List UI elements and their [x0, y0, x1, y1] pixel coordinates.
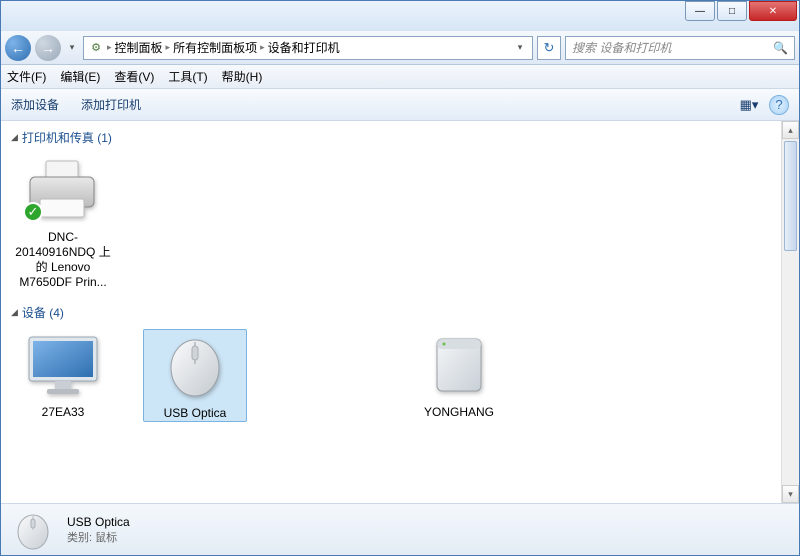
breadcrumb-all-items[interactable]: 所有控制面板项 — [173, 39, 257, 56]
device-label: DNC-20140916NDQ 上的 Lenovo M7650DF Prin..… — [11, 230, 115, 290]
group-devices-header[interactable]: ◢ 设备 (4) — [11, 304, 771, 321]
status-mouse-icon — [11, 509, 55, 551]
default-check-icon: ✓ — [23, 202, 43, 222]
collapse-icon: ◢ — [11, 132, 18, 143]
group-printers-label: 打印机和传真 (1) — [22, 129, 112, 146]
device-label: YONGHANG — [424, 405, 494, 420]
breadcrumb-sep-icon: ▸ — [107, 42, 112, 53]
main-panel: ◢ 打印机和传真 (1) ✓ DNC-20140916NDQ 上的 Leno — [1, 121, 781, 503]
mouse-icon — [153, 330, 237, 402]
device-item-mouse[interactable]: USB Optica — [143, 329, 247, 422]
scroll-down-icon[interactable]: ▾ — [782, 485, 799, 503]
status-category-label: 类别: — [67, 532, 92, 544]
monitor-icon — [21, 329, 105, 401]
control-panel-icon: ⚙ — [88, 40, 104, 56]
vertical-scrollbar[interactable]: ▴ ▾ — [781, 121, 799, 503]
breadcrumb-sep-icon: ▸ — [260, 42, 265, 53]
add-device-button[interactable]: 添加设备 — [11, 96, 59, 113]
address-bar[interactable]: ⚙ ▸ 控制面板 ▸ 所有控制面板项 ▸ 设备和打印机 ▾ — [83, 36, 533, 60]
breadcrumb-devices-printers[interactable]: 设备和打印机 — [268, 39, 340, 56]
titlebar: — □ ✕ — [1, 1, 799, 31]
refresh-button[interactable]: ↻ — [537, 36, 561, 60]
close-button[interactable]: ✕ — [749, 1, 797, 21]
scroll-up-icon[interactable]: ▴ — [782, 121, 799, 139]
device-item-drive[interactable]: YONGHANG — [407, 329, 511, 422]
status-category-value: 鼠标 — [95, 532, 117, 544]
back-button[interactable]: ← — [5, 35, 31, 61]
maximize-button[interactable]: □ — [717, 1, 747, 21]
search-input[interactable]: 搜索 设备和打印机 🔍 — [565, 36, 795, 60]
explorer-window: — □ ✕ ← → ▾ ⚙ ▸ 控制面板 ▸ 所有控制面板项 ▸ 设备和打印机 … — [0, 0, 800, 556]
breadcrumb-control-panel[interactable]: 控制面板 — [115, 39, 163, 56]
device-item-printer[interactable]: ✓ DNC-20140916NDQ 上的 Lenovo M7650DF Prin… — [11, 154, 115, 290]
menu-edit[interactable]: 编辑(E) — [60, 68, 100, 85]
nav-bar: ← → ▾ ⚙ ▸ 控制面板 ▸ 所有控制面板项 ▸ 设备和打印机 ▾ ↻ 搜索… — [1, 31, 799, 65]
status-title: USB Optica — [67, 515, 130, 529]
device-label: 27EA33 — [42, 405, 85, 420]
forward-button[interactable]: → — [35, 35, 61, 61]
menu-file[interactable]: 文件(F) — [7, 68, 46, 85]
minimize-button[interactable]: — — [685, 1, 715, 21]
search-placeholder: 搜索 设备和打印机 — [572, 39, 671, 56]
menu-bar: 文件(F) 编辑(E) 查看(V) 工具(T) 帮助(H) — [1, 65, 799, 89]
group-devices-label: 设备 (4) — [22, 304, 64, 321]
printer-icon: ✓ — [21, 154, 105, 226]
scroll-thumb[interactable] — [784, 141, 797, 251]
group-printers-header[interactable]: ◢ 打印机和传真 (1) — [11, 129, 771, 146]
address-dropdown-icon[interactable]: ▾ — [512, 42, 528, 53]
toolbar: 添加设备 添加打印机 ▦▾ ? — [1, 89, 799, 121]
nav-history-dropdown[interactable]: ▾ — [65, 39, 79, 57]
external-drive-icon — [417, 329, 501, 401]
status-bar: USB Optica 类别: 鼠标 — [1, 503, 799, 555]
add-printer-button[interactable]: 添加打印机 — [81, 96, 141, 113]
menu-help[interactable]: 帮助(H) — [222, 68, 263, 85]
collapse-icon: ◢ — [11, 307, 18, 318]
content-area: ◢ 打印机和传真 (1) ✓ DNC-20140916NDQ 上的 Leno — [1, 121, 799, 503]
menu-view[interactable]: 查看(V) — [114, 68, 154, 85]
breadcrumb-sep-icon: ▸ — [166, 42, 171, 53]
device-item-monitor[interactable]: 27EA33 — [11, 329, 115, 422]
help-button[interactable]: ? — [769, 95, 789, 115]
menu-tools[interactable]: 工具(T) — [168, 68, 207, 85]
search-icon[interactable]: 🔍 — [773, 41, 788, 55]
view-options-button[interactable]: ▦▾ — [739, 95, 759, 115]
status-info: USB Optica 类别: 鼠标 — [67, 515, 130, 545]
device-label: USB Optica — [164, 406, 227, 421]
